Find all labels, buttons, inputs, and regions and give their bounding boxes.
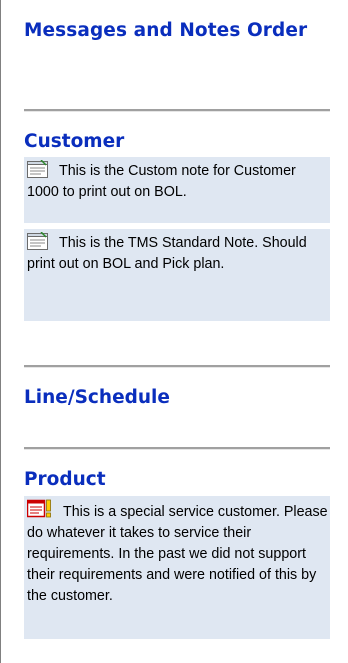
section-divider [24, 365, 330, 368]
section-title-product: Product [24, 469, 106, 490]
important-note-icon [27, 499, 53, 519]
section-divider [24, 109, 330, 112]
product-note-1-text: This is a special service customer. Plea… [27, 504, 328, 604]
standard-note-icon [27, 160, 49, 178]
product-note-1: This is a special service customer. Plea… [24, 496, 330, 639]
customer-note-2: This is the TMS Standard Note. Should pr… [24, 229, 330, 321]
customer-note-1: This is the Custom note for Customer 100… [24, 157, 330, 223]
page-title: Messages and Notes Order [24, 20, 308, 41]
customer-note-1-text: This is the Custom note for Customer 100… [27, 163, 296, 200]
standard-note-icon [27, 232, 49, 250]
section-divider [24, 447, 330, 450]
section-title-line-schedule: Line/Schedule [24, 387, 170, 408]
customer-note-2-text: This is the TMS Standard Note. Should pr… [27, 235, 307, 272]
left-border [0, 0, 1, 663]
section-title-customer: Customer [24, 131, 125, 152]
